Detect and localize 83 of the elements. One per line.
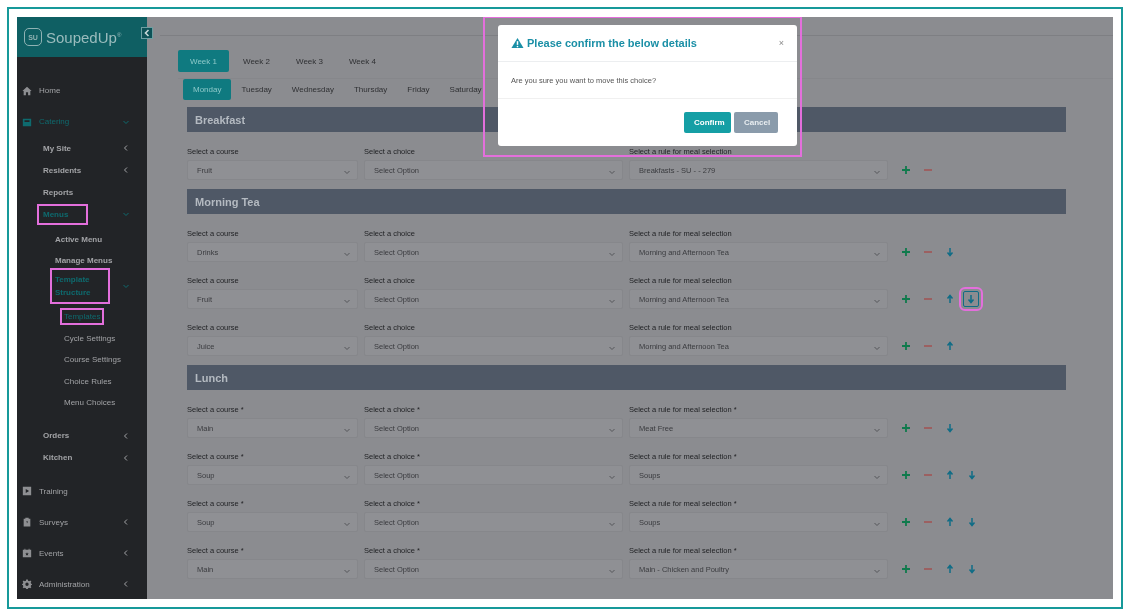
- sidebar-item[interactable]: Surveys: [17, 506, 147, 538]
- chevron-icon: [122, 282, 130, 290]
- confirm-button[interactable]: Confirm: [684, 112, 731, 133]
- move-up-button[interactable]: [945, 341, 955, 351]
- sidebar-item[interactable]: Events: [17, 537, 147, 569]
- sidebar-item[interactable]: Orders: [17, 424, 147, 447]
- week-tab[interactable]: Week 2: [231, 50, 282, 72]
- play-icon: [22, 486, 32, 496]
- sidebar-item[interactable]: Choice Rules: [17, 370, 147, 392]
- sidebar-item[interactable]: Training: [17, 475, 147, 507]
- arrow-up-icon: [945, 564, 955, 574]
- move-up-button[interactable]: [945, 517, 955, 527]
- sidebar-item[interactable]: Active Menu: [17, 229, 147, 250]
- sidebar-item[interactable]: Administration: [17, 568, 147, 599]
- chevron-icon: [122, 518, 130, 526]
- clipboard-icon: [22, 517, 32, 527]
- chevron-icon: [122, 549, 130, 557]
- day-tab[interactable]: Monday: [183, 79, 232, 100]
- sidebar-item[interactable]: Menus: [17, 203, 147, 225]
- chevron-icon: [122, 431, 130, 440]
- add-icon[interactable]: [901, 470, 911, 480]
- sidebar-item[interactable]: Cycle Settings: [17, 327, 147, 349]
- section-header: Lunch: [187, 365, 1066, 390]
- day-tab[interactable]: Friday: [397, 79, 440, 100]
- sidebar-item[interactable]: My Site: [17, 137, 147, 159]
- sidebar-item[interactable]: Home: [17, 75, 147, 106]
- arrow-down-icon: [967, 470, 977, 480]
- close-button[interactable]: ×: [778, 38, 784, 48]
- arrow-down-icon: [967, 517, 977, 527]
- add-icon[interactable]: [901, 423, 911, 433]
- move-down-button[interactable]: [945, 423, 955, 433]
- arrow-up-icon: [945, 517, 955, 527]
- sidebar-item[interactable]: Menu Choices: [17, 392, 147, 414]
- add-icon[interactable]: [901, 247, 911, 257]
- move-down-button[interactable]: [967, 470, 977, 480]
- sidebar-item[interactable]: Templates: [17, 306, 147, 328]
- chevron-icon: [122, 166, 130, 174]
- section-header: Morning Tea: [187, 189, 1066, 214]
- chevron-icon: [122, 453, 130, 462]
- arrow-up-icon: [945, 341, 955, 351]
- add-icon[interactable]: [901, 564, 911, 574]
- day-tab[interactable]: Saturday: [439, 79, 492, 100]
- add-icon[interactable]: [901, 517, 911, 527]
- sidebar-item[interactable]: Template Structure: [17, 271, 147, 301]
- calendar-icon: [22, 548, 32, 558]
- arrow-down-icon: [967, 564, 977, 574]
- sidebar-item[interactable]: Kitchen: [17, 446, 147, 469]
- move-up-button[interactable]: [945, 294, 955, 304]
- move-down-button[interactable]: [945, 247, 955, 257]
- sidebar-item[interactable]: Catering: [17, 106, 147, 137]
- cancel-button[interactable]: Cancel: [734, 112, 778, 133]
- day-tab[interactable]: Wednesday: [281, 79, 344, 100]
- move-up-button[interactable]: [945, 564, 955, 574]
- gear-icon: [22, 579, 32, 589]
- arrow-down-icon: [945, 247, 955, 257]
- box-icon: [22, 116, 32, 127]
- warning-icon: [511, 37, 524, 49]
- add-icon[interactable]: [901, 341, 911, 351]
- sidebar-item[interactable]: Reports: [17, 181, 147, 203]
- dialog-title: Please confirm the below details: [527, 37, 697, 49]
- sidebar-item[interactable]: Manage Menus: [17, 250, 147, 271]
- day-tab[interactable]: Thursday: [343, 79, 398, 100]
- collapse-icon[interactable]: [141, 27, 153, 39]
- sidebar-item[interactable]: Course Settings: [17, 349, 147, 371]
- week-tab[interactable]: Week 3: [283, 50, 335, 72]
- logo-name: SoupedUp$^{®}$: [46, 28, 122, 46]
- move-down-button[interactable]: [967, 517, 977, 527]
- chevron-icon: [122, 210, 130, 218]
- chevron-icon: [122, 580, 130, 588]
- day-tab[interactable]: Tuesday: [231, 79, 282, 100]
- move-up-button[interactable]: [945, 470, 955, 480]
- add-icon[interactable]: [901, 165, 911, 175]
- arrow-up-icon: [945, 294, 955, 304]
- week-tab[interactable]: Week 1: [178, 50, 229, 72]
- arrow-down-icon: [966, 294, 976, 304]
- week-tab[interactable]: Week 4: [336, 50, 388, 72]
- arrow-up-icon: [945, 470, 955, 480]
- sidebar-item[interactable]: Residents: [17, 159, 147, 181]
- move-down-button[interactable]: [967, 564, 977, 574]
- arrow-down-icon: [945, 423, 955, 433]
- home-icon: [22, 85, 32, 96]
- add-icon[interactable]: [901, 294, 911, 304]
- chevron-icon: [122, 144, 130, 152]
